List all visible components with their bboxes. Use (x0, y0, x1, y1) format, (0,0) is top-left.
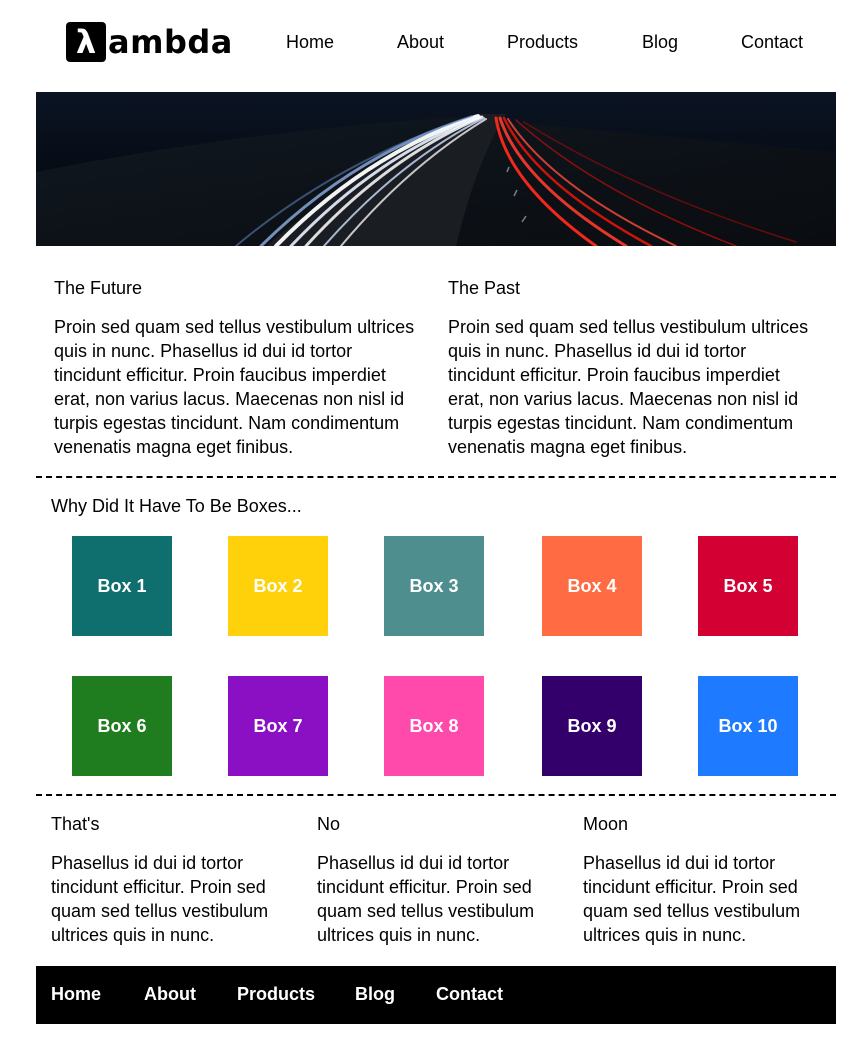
footer-blog-link[interactable]: Blog (355, 984, 395, 1005)
no-title: No (317, 814, 341, 834)
future-title: The Future (54, 278, 143, 298)
box-5[interactable]: Box 5 (698, 536, 798, 636)
site-header: λ ambda Home About Products Blog Contact (0, 0, 866, 90)
nav-contact-link[interactable]: Contact (741, 32, 803, 53)
box-7[interactable]: Box 7 (228, 676, 328, 776)
nav-home-link[interactable]: Home (286, 32, 334, 53)
nav-blog-link[interactable]: Blog (642, 32, 678, 53)
box-10[interactable]: Box 10 (698, 676, 798, 776)
box-1[interactable]: Box 1 (72, 536, 172, 636)
section-divider-bottom (36, 794, 836, 796)
footer-contact-link[interactable]: Contact (436, 984, 503, 1005)
no-column: No Phasellus id dui id tortor tincidunt … (317, 814, 553, 947)
logo-text: ambda (108, 23, 233, 61)
thats-title: That's (51, 814, 100, 834)
boxes-section-title: Why Did It Have To Be Boxes... (51, 496, 302, 516)
footer-home-link[interactable]: Home (51, 984, 101, 1005)
section-divider-top (36, 476, 836, 478)
brand-logo[interactable]: λ ambda (66, 22, 233, 62)
no-body: Phasellus id dui id tortor tincidunt eff… (317, 853, 535, 945)
moon-title: Moon (583, 814, 629, 834)
nav-products-link[interactable]: Products (507, 32, 578, 53)
box-8[interactable]: Box 8 (384, 676, 484, 776)
thats-column: That's Phasellus id dui id tortor tincid… (51, 814, 287, 947)
future-column: The Future Proin sed quam sed tellus ves… (54, 278, 424, 459)
box-3[interactable]: Box 3 (384, 536, 484, 636)
footer-products-link[interactable]: Products (237, 984, 315, 1005)
site-footer: Home About Products Blog Contact (36, 966, 836, 1024)
box-2[interactable]: Box 2 (228, 536, 328, 636)
past-title: The Past (448, 278, 521, 298)
footer-about-link[interactable]: About (144, 984, 196, 1005)
moon-column: Moon Phasellus id dui id tortor tincidun… (583, 814, 819, 947)
past-column: The Past Proin sed quam sed tellus vesti… (448, 278, 818, 459)
future-body: Proin sed quam sed tellus vestibulum ult… (54, 317, 415, 457)
box-4[interactable]: Box 4 (542, 536, 642, 636)
lambda-logo-icon: λ (66, 22, 106, 62)
past-body: Proin sed quam sed tellus vestibulum ult… (448, 317, 809, 457)
hero-image (36, 92, 836, 246)
thats-body: Phasellus id dui id tortor tincidunt eff… (51, 853, 269, 945)
box-9[interactable]: Box 9 (542, 676, 642, 776)
nav-about-link[interactable]: About (397, 32, 444, 53)
box-6[interactable]: Box 6 (72, 676, 172, 776)
moon-body: Phasellus id dui id tortor tincidunt eff… (583, 853, 801, 945)
